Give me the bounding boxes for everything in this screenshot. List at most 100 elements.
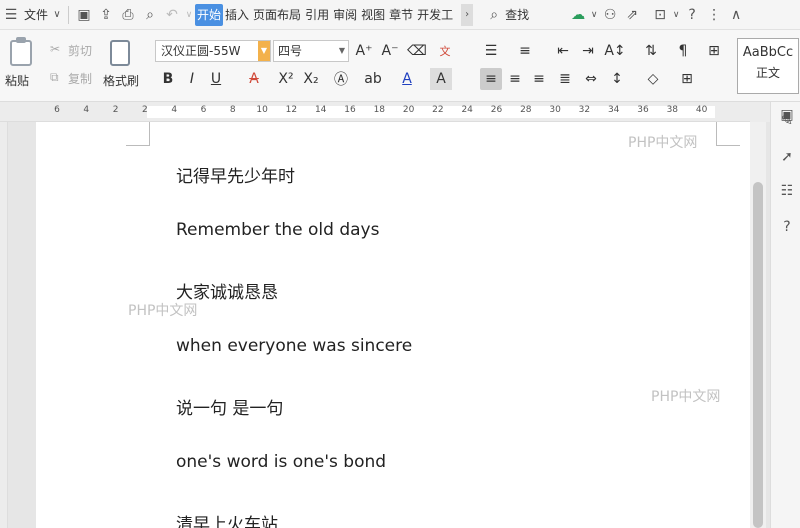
tab-developer[interactable]: 开发工具 [415,4,461,26]
underline-icon[interactable]: U [205,68,227,90]
search-icon[interactable]: ⌕ [485,4,503,26]
save-icon[interactable]: ▣ [73,4,95,26]
italic-icon[interactable]: I [181,68,203,90]
cut-icon[interactable]: ✂ [50,42,60,56]
chevron-down-icon[interactable]: ∨ [50,4,64,26]
justify-icon[interactable]: ≣ [554,68,576,90]
table-icon[interactable]: ⊞ [703,40,725,62]
superscript-icon[interactable]: X² [275,68,297,90]
document-line[interactable]: one's word is one's bond [176,452,386,472]
cut-button[interactable]: 剪切 [68,42,92,59]
format-painter-button[interactable]: 格式刷 [103,72,139,89]
chevron-down-icon[interactable]: ∨ [671,4,681,26]
tab-insert[interactable]: 插入 [223,4,251,26]
copy-icon[interactable]: ⧉ [50,70,59,85]
document-area[interactable]: 记得早先少年时 Remember the old days 大家诚诚恳恳 whe… [8,122,750,528]
edit-icon[interactable]: ✎ [778,112,796,130]
search-button[interactable]: 查找 [503,0,531,30]
ruler-tick-label: 22 [432,105,444,115]
chevron-down-icon[interactable]: ∨ [183,4,195,26]
document-line[interactable]: Remember the old days [176,220,379,240]
tab-review[interactable]: 审阅 [331,4,359,26]
vertical-scrollbar[interactable] [750,122,766,528]
ruler-tick-label: 4 [171,105,178,115]
distributed-icon[interactable]: ⇔ [580,68,602,90]
shrink-font-icon[interactable]: A⁻ [379,40,401,62]
style-normal[interactable]: AaBbCc 正文 [737,38,799,94]
borders-icon[interactable]: ⊞ [676,68,698,90]
scrollbar-thumb[interactable] [753,182,763,528]
font-size-select[interactable]: 四号 ▼ [273,40,349,62]
subscript-icon[interactable]: X₂ [300,68,322,90]
toolbox-icon[interactable]: ⊡ [649,4,671,26]
tab-references[interactable]: 引用 [303,4,331,26]
hamburger-menu-icon[interactable]: ☰ [0,4,22,26]
text-effect-icon[interactable]: Ⓐ [330,68,352,90]
grow-font-icon[interactable]: A⁺ [353,40,375,62]
decrease-indent-icon[interactable]: ⇤ [552,40,574,62]
cloud-sync-icon[interactable]: ☁ [567,4,589,26]
increase-indent-icon[interactable]: ⇥ [577,40,599,62]
chevron-right-icon[interactable]: › [461,3,474,26]
file-menu[interactable]: 文件 [22,0,50,30]
ruler-toggle[interactable] [750,102,770,122]
strikethrough-icon[interactable]: A [243,68,265,90]
text-direction-icon[interactable]: A↕ [604,40,626,62]
font-name-select[interactable]: 汉仪正圆-55W ▼ [155,40,271,62]
undo-icon[interactable]: ↶ [161,4,183,26]
document-page[interactable]: 记得早先少年时 Remember the old days 大家诚诚恳恳 whe… [36,122,750,528]
ruler-tick-label: 26 [490,105,503,115]
ruler-tick-label: 32 [578,105,591,115]
more-icon[interactable]: ⋮ [703,4,725,26]
shading-icon[interactable]: ◇ [642,68,664,90]
collaborate-icon[interactable]: ⚇ [599,4,621,26]
chevron-down-icon[interactable]: ▼ [258,41,270,61]
align-left-icon[interactable]: ≡ [480,68,502,90]
horizontal-ruler[interactable]: 6 4 2 2 4 6 8 10 12 14 16 18 20 22 24 26 28 30 32 34 36 38 40 [0,102,750,122]
chevron-down-icon[interactable]: ∨ [589,4,599,26]
highlight-icon[interactable]: ab [362,68,384,90]
align-right-icon[interactable]: ≡ [528,68,550,90]
ruler-tick-label: 12 [285,105,298,115]
char-shading-icon[interactable]: A [430,68,452,90]
print-preview-icon[interactable]: ⌕ [139,4,161,26]
help-icon[interactable]: ? [681,4,703,26]
tab-chapter[interactable]: 章节 [387,4,415,26]
style-name: 正文 [755,66,780,80]
print-icon[interactable]: ⎙ [117,4,139,26]
divider [68,5,70,24]
copy-button[interactable]: 复制 [68,70,92,87]
sort-icon[interactable]: ⇅ [640,40,662,62]
select-cursor-icon[interactable]: ➚ [778,148,796,166]
font-color-icon[interactable]: A [396,68,418,90]
clear-format-icon[interactable]: ⌫ [406,40,428,62]
collapse-ribbon-icon[interactable]: ∧ [725,4,747,26]
bullet-list-icon[interactable]: ☰ [480,40,502,62]
chevron-down-icon[interactable]: ▼ [339,41,345,61]
paste-icon[interactable] [10,37,32,66]
export-icon[interactable]: ⇪ [95,4,117,26]
ruler-tick-label: 24 [461,105,473,115]
tab-home[interactable]: 开始 [195,3,224,26]
document-line[interactable]: when everyone was sincere [176,336,412,356]
document-line[interactable]: 记得早先少年时 [176,162,295,187]
ruler-tick-label: 6 [200,105,207,115]
vertical-ruler[interactable] [0,122,8,528]
help-icon[interactable]: ? [778,218,796,236]
phonetic-guide-icon[interactable]: 文 [434,40,456,62]
tab-view[interactable]: 视图 [359,4,387,26]
bold-icon[interactable]: B [157,68,179,90]
format-painter-icon[interactable] [110,40,130,66]
tab-page-layout[interactable]: 页面布局 [251,4,303,26]
line-spacing-icon[interactable]: ↕ [606,68,628,90]
ruler-tick-label: 28 [520,105,532,115]
numbered-list-icon[interactable]: ≡ [514,40,536,62]
document-line[interactable]: 说一句 是一句 [176,394,283,419]
share-icon[interactable]: ⇗ [621,4,643,26]
document-line[interactable]: 清早上火车站 [176,510,278,528]
paste-button[interactable]: 粘贴 [5,72,29,89]
settings-sliders-icon[interactable]: ☷ [778,182,796,200]
align-center-icon[interactable]: ≡ [504,68,526,90]
ruler-tick-label: 8 [229,105,236,115]
show-marks-icon[interactable]: ¶ [672,40,694,62]
